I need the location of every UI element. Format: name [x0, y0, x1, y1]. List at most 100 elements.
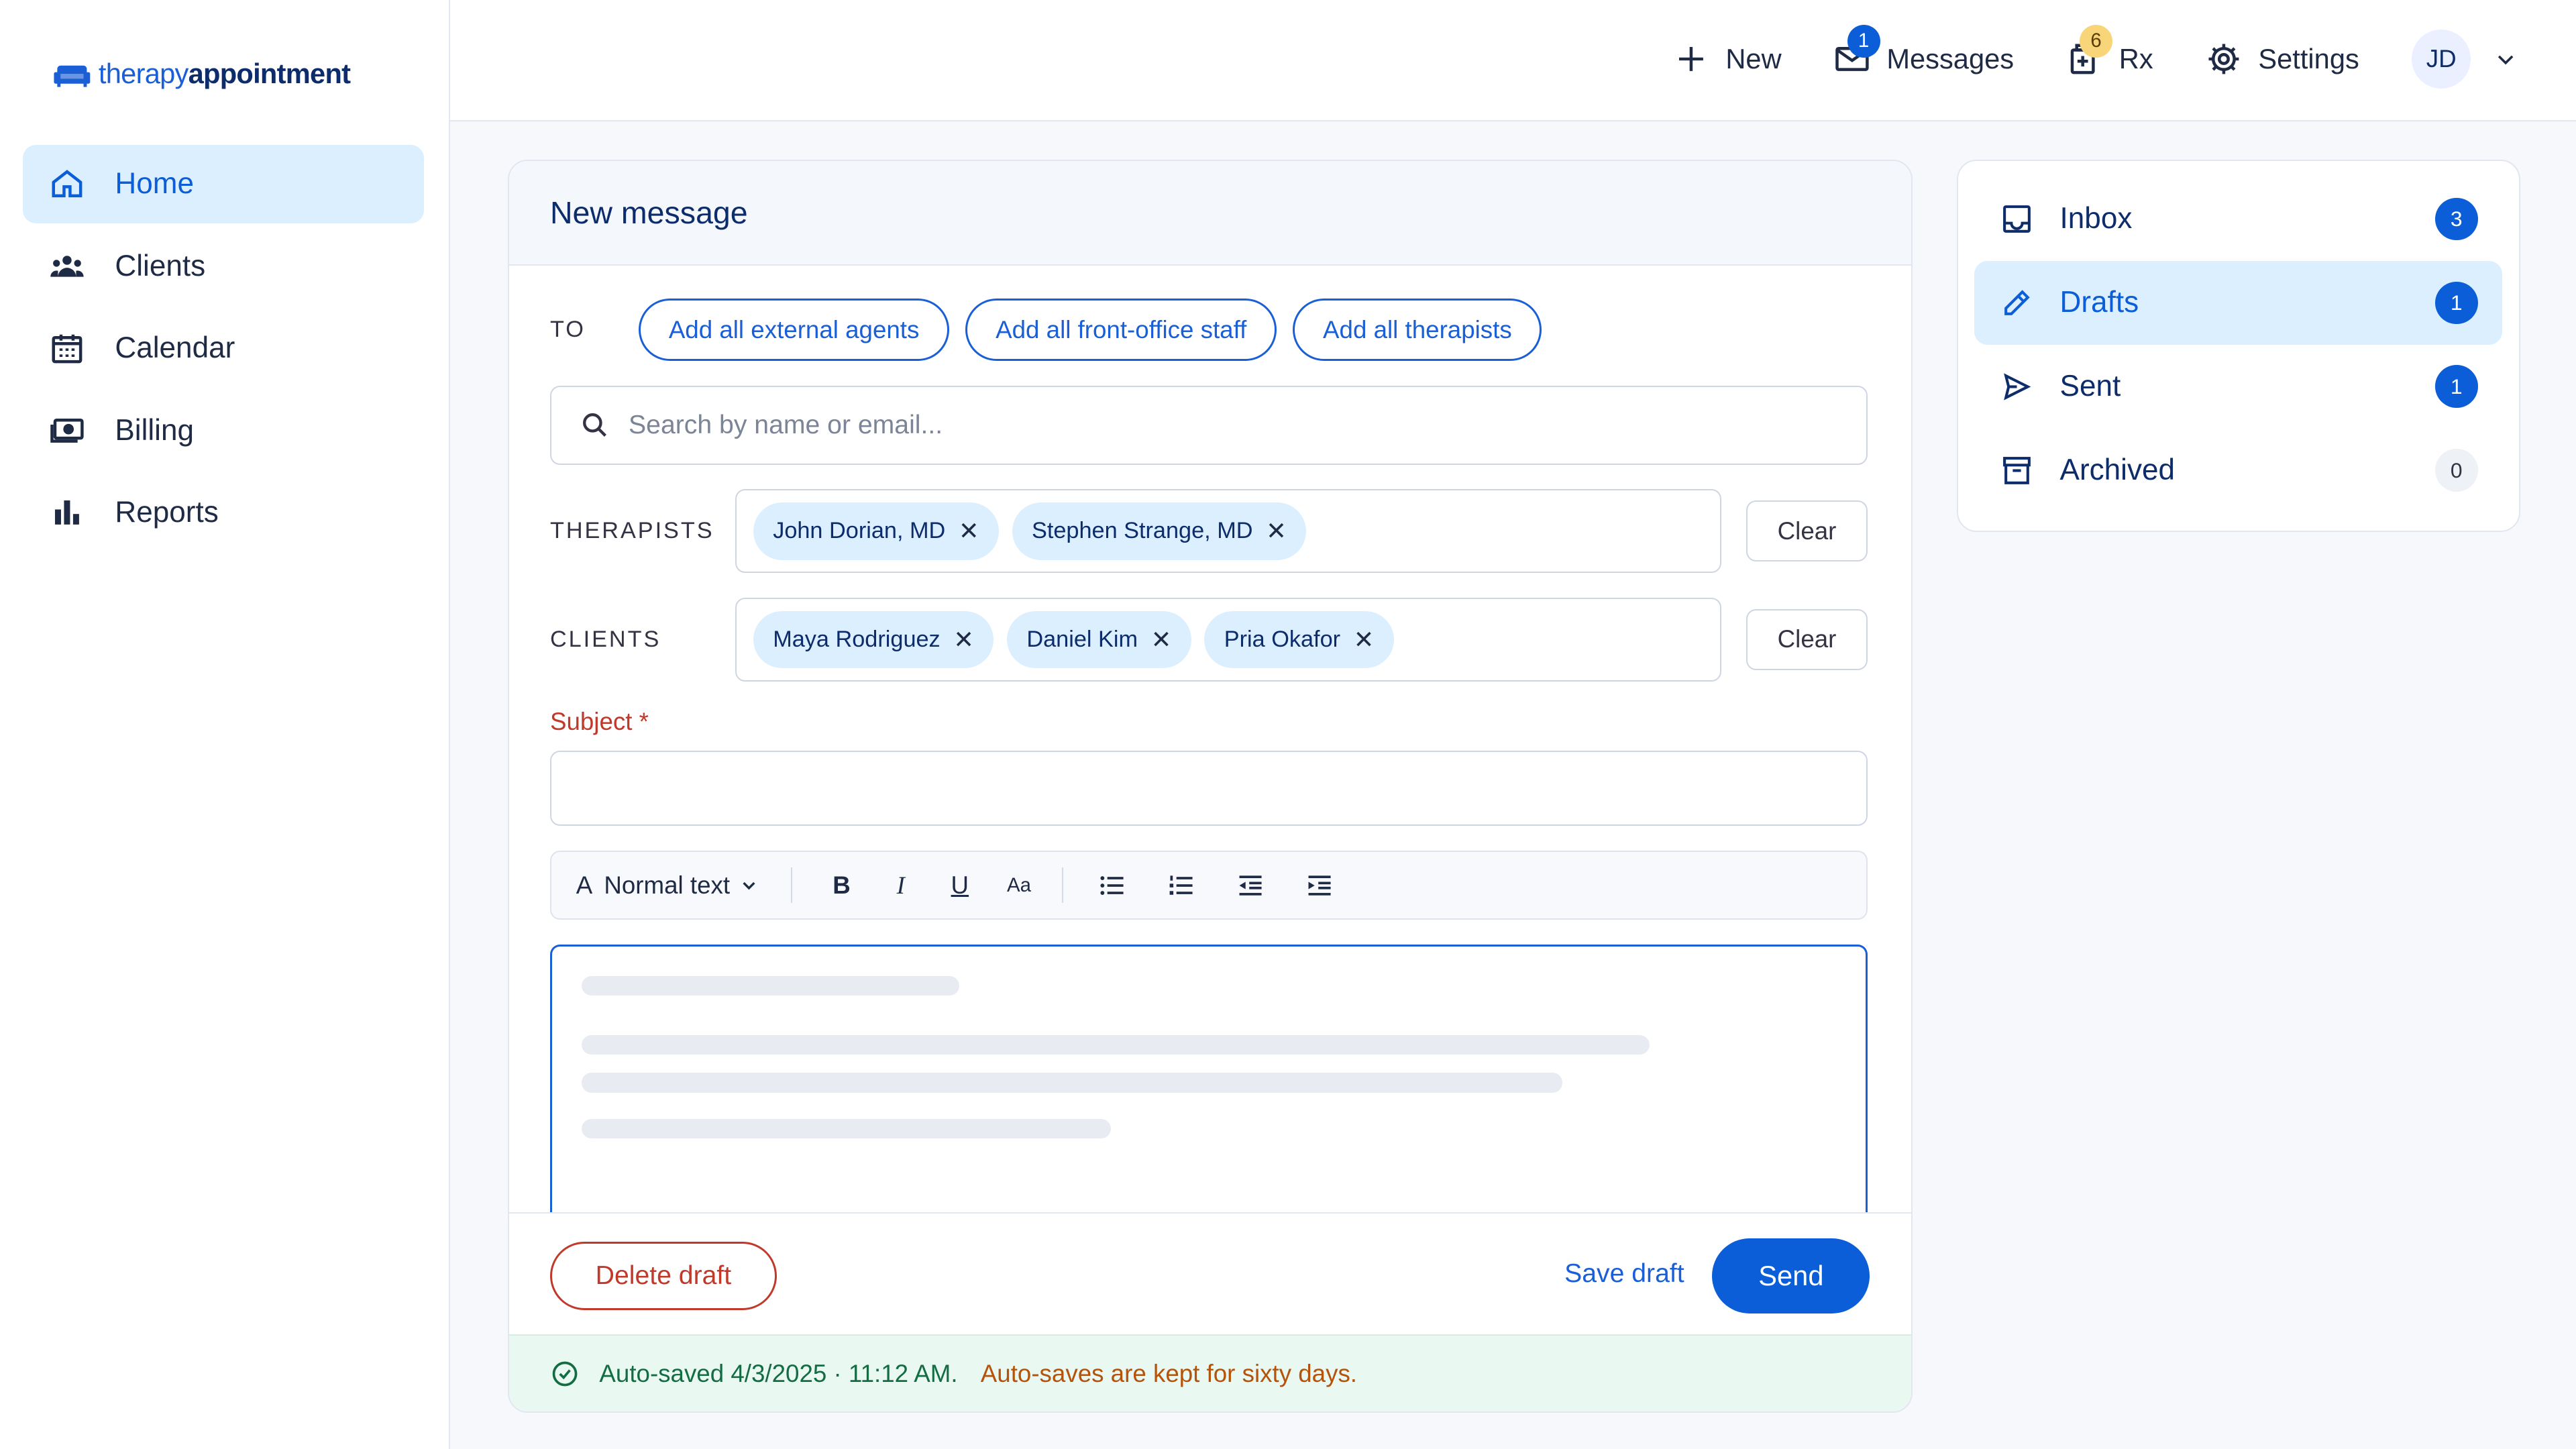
remove-chip-icon[interactable]: ✕ [1354, 625, 1375, 654]
underline-icon: U [951, 871, 969, 899]
therapists-label: THERAPISTS [549, 518, 714, 544]
numbered-list-icon [1169, 875, 1193, 895]
topbar: New 1 Messages 6 Rx Settings JD [450, 0, 2576, 122]
chevron-down-icon [743, 881, 755, 890]
indent-icon [1308, 875, 1331, 896]
sofa-icon [54, 65, 91, 87]
avatar[interactable]: JD [2412, 30, 2471, 89]
therapists-row: THERAPISTS John Dorian, MD ✕ Stephen Str… [549, 489, 1868, 574]
delete-draft-button[interactable]: Delete draft [549, 1241, 777, 1311]
sidebar-item-billing[interactable]: Billing [23, 391, 424, 470]
new-button[interactable]: New [1673, 41, 1782, 77]
bar-chart-icon [55, 500, 80, 525]
folder-label: Sent [2059, 370, 2121, 403]
rx-button[interactable]: 6 Rx [2066, 24, 2153, 77]
send-button[interactable]: Send [1712, 1238, 1870, 1314]
sidebar-item-reports[interactable]: Reports [23, 473, 424, 552]
to-label: TO [549, 317, 586, 343]
outdent-button[interactable] [1231, 865, 1271, 905]
chip-label: Stephen Strange, MD [1031, 518, 1253, 544]
pencil-icon [2004, 290, 2031, 315]
toolbar-divider [1061, 867, 1064, 904]
loading-placeholder [582, 1118, 1111, 1139]
top-actions: New 1 Messages 6 Rx Settings JD [1673, 24, 2517, 89]
text-style-dropdown[interactable]: A Normal text [576, 871, 758, 900]
folder-count: 0 [2434, 449, 2478, 492]
folder-drafts[interactable]: Drafts 1 [1974, 260, 2503, 345]
text-style-label: Normal text [604, 871, 731, 899]
recipient-search[interactable]: Search by name or email... [549, 386, 1868, 465]
recipient-chip: Pria Okafor ✕ [1204, 610, 1394, 669]
recipient-chip: John Dorian, MD ✕ [753, 502, 1000, 560]
sidebar-item-clients[interactable]: Clients [23, 227, 424, 306]
user-menu[interactable]: JD [2412, 30, 2517, 89]
add-external-agents-button[interactable]: Add all external agents [639, 299, 949, 362]
folder-count: 1 [2434, 281, 2478, 325]
autosave-note: Auto-saves are kept for sixty days. [980, 1359, 1358, 1387]
italic-button[interactable]: I [881, 865, 920, 905]
editor-toolbar: A Normal text B I U Aa [549, 851, 1868, 920]
folder-sent[interactable]: Sent 1 [1974, 345, 2502, 429]
remove-chip-icon[interactable]: ✕ [953, 625, 974, 654]
chevron-down-icon [2498, 55, 2513, 65]
loading-placeholder [582, 1034, 1650, 1055]
brand-logo[interactable]: therapyappointment [52, 57, 351, 90]
therapists-field[interactable]: John Dorian, MD ✕ Stephen Strange, MD ✕ [735, 489, 1722, 574]
brand-bold: appointment [188, 57, 351, 89]
bold-button[interactable]: B [822, 865, 861, 905]
subject-input[interactable] [549, 750, 1868, 826]
recipient-chip: Daniel Kim ✕ [1007, 610, 1191, 669]
outdent-icon [1239, 875, 1262, 896]
sidebar-item-label: Home [115, 167, 194, 201]
clients-field[interactable]: Maya Rodriguez ✕ Daniel Kim ✕ Pria Okafo… [735, 597, 1722, 682]
loading-placeholder [582, 975, 960, 996]
clear-therapists-button[interactable]: Clear [1746, 500, 1868, 562]
folder-archived[interactable]: Archived 0 [1974, 429, 2502, 513]
remove-chip-icon[interactable]: ✕ [959, 517, 979, 545]
brand-thin: therapy [98, 57, 189, 89]
text-style-icon: A [576, 871, 593, 899]
bullet-list-icon [1100, 875, 1124, 895]
home-icon [52, 170, 83, 198]
search-icon [583, 413, 606, 437]
sidebar-item-calendar[interactable]: Calendar [23, 309, 424, 388]
folder-inbox[interactable]: Inbox 3 [1974, 177, 2502, 261]
clear-clients-button[interactable]: Clear [1746, 609, 1868, 670]
sidebar-item-label: Billing [115, 413, 195, 447]
recipient-chip: Stephen Strange, MD ✕ [1012, 502, 1307, 560]
main-nav: Home Clients Calendar Billing Reports [23, 144, 424, 555]
clients-row: CLIENTS Maya Rodriguez ✕ Daniel Kim ✕ Pr… [549, 597, 1868, 682]
save-draft-button[interactable]: Save draft [1564, 1259, 1684, 1289]
italic-icon: I [896, 871, 905, 900]
calendar-icon [52, 334, 83, 364]
message-editor[interactable] [549, 944, 1868, 1240]
chip-label: John Dorian, MD [773, 518, 946, 544]
gear-icon [2208, 44, 2239, 74]
messages-button[interactable]: 1 Messages [1834, 24, 2014, 77]
sidebar-item-home[interactable]: Home [23, 144, 424, 224]
sidebar-item-label: Calendar [115, 331, 235, 365]
underline-button[interactable]: U [940, 865, 979, 905]
font-size-button[interactable]: Aa [1000, 865, 1039, 905]
add-therapists-button[interactable]: Add all therapists [1293, 299, 1542, 362]
chip-label: Daniel Kim [1026, 626, 1138, 652]
indent-button[interactable] [1300, 865, 1340, 905]
check-circle-icon [552, 1361, 578, 1386]
remove-chip-icon[interactable]: ✕ [1266, 517, 1287, 545]
add-front-office-button[interactable]: Add all front-office staff [965, 299, 1277, 362]
font-size-icon: Aa [1006, 873, 1031, 896]
toolbar-divider [790, 867, 793, 904]
search-input[interactable]: Search by name or email... [629, 411, 943, 440]
bullet-list-button[interactable] [1093, 865, 1132, 905]
autosave-status: Auto-saved 4/3/2025 · 11:12 AM. Auto-sav… [508, 1334, 1911, 1412]
chip-label: Pria Okafor [1224, 626, 1341, 652]
inbox-icon [2003, 205, 2031, 233]
users-icon [50, 255, 85, 277]
loading-placeholder [582, 1073, 1563, 1093]
subject-label: Subject * [549, 708, 649, 736]
clients-label: CLIENTS [549, 626, 661, 652]
settings-button[interactable]: Settings [2206, 41, 2359, 77]
numbered-list-button[interactable] [1162, 865, 1201, 905]
folders-panel: Inbox 3 Drafts 1 Sent 1 Archived 0 [1956, 159, 2520, 533]
remove-chip-icon[interactable]: ✕ [1151, 625, 1172, 654]
